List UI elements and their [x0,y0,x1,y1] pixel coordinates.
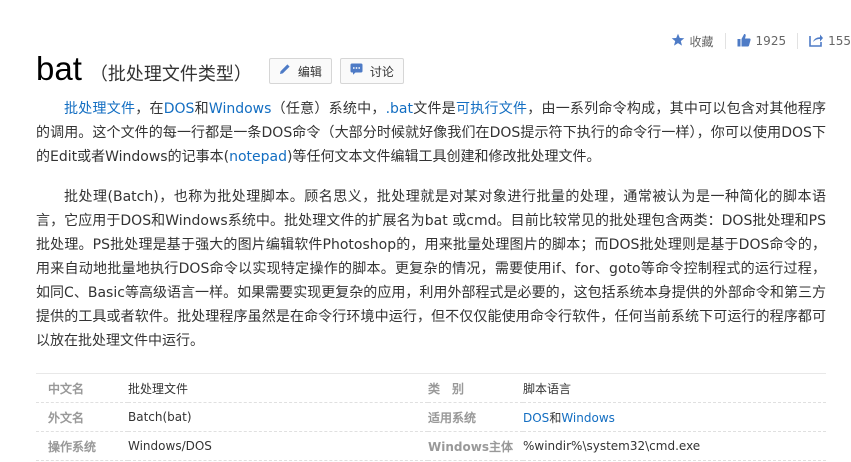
text-segment: )等任何文本文件编辑工具创建和修改批处理文件。 [286,149,601,165]
share-button[interactable]: 155 [809,33,851,50]
table-row: 操作系统 Windows/DOS Windows主体 %windir%\syst… [36,431,826,461]
info-value: 批处理文件 [128,373,428,403]
link-notepad[interactable]: notepad [229,149,287,165]
discuss-button[interactable]: 讨论 [339,58,404,84]
discuss-label: 讨论 [369,64,394,79]
info-label: 类 别 [428,373,523,403]
page-title: bat [36,50,82,87]
divider [797,33,799,49]
info-value: Batch(bat) [128,402,428,432]
info-label: 中文名 [36,373,128,403]
edit-button[interactable]: 编辑 [268,58,332,84]
info-value: %windir%\system32\cmd.exe [523,431,826,461]
link-batch-file[interactable]: 批处理文件 [64,101,135,117]
star-icon [671,33,685,50]
text-segment: 文件是 [413,101,456,117]
article-actions: 收藏 1925 155 [671,31,851,51]
summary-paragraph-1: 批处理文件，在DOS和Windows（任意）系统中，.bat文件是可执行文件，由… [36,97,826,169]
link-windows[interactable]: Windows [561,411,615,425]
link-executable-file[interactable]: 可执行文件 [456,101,527,117]
text-segment: （任意）系统中， [271,101,386,117]
link-dos[interactable]: DOS [523,411,549,425]
text-segment: ，在 [135,101,164,117]
info-label: 操作系统 [36,431,128,461]
summary-paragraph-2: 批处理(Batch)，也称为批处理脚本。顾名思义，批处理就是对某对象进行批量的处… [36,189,826,349]
basic-info-table: 中文名 批处理文件 类 别 脚本语言 外文名 Batch(bat) 适用系统 D… [36,373,826,461]
info-label: Windows主体 [428,431,523,461]
info-label: 适用系统 [428,402,523,432]
info-value: DOS和Windows [523,402,826,432]
link-dos[interactable]: DOS [164,101,195,117]
link-bat[interactable]: .bat [386,101,413,117]
collect-label: 收藏 [689,34,714,49]
info-value: Windows/DOS [128,431,428,461]
share-icon [809,33,824,50]
pencil-icon [279,63,291,79]
thumb-up-icon [737,33,751,50]
like-count: 1925 [755,34,787,48]
info-label: 外文名 [36,402,128,432]
like-button[interactable]: 1925 [737,33,787,50]
divider [724,33,726,49]
share-count: 155 [828,34,851,48]
page-subtitle: （批处理文件类型） [89,64,252,85]
collect-button[interactable]: 收藏 [671,33,714,50]
table-row: 中文名 批处理文件 类 别 脚本语言 [36,373,826,403]
info-value: 脚本语言 [523,373,826,403]
page-header: bat （批处理文件类型） 编辑 讨论 [36,50,404,88]
table-row: 外文名 Batch(bat) 适用系统 DOS和Windows [36,402,826,432]
link-windows[interactable]: Windows [209,101,272,117]
edit-label: 编辑 [297,64,322,79]
text-segment: 和 [194,101,209,117]
text-segment: 和 [549,410,562,425]
chat-icon [350,63,363,79]
